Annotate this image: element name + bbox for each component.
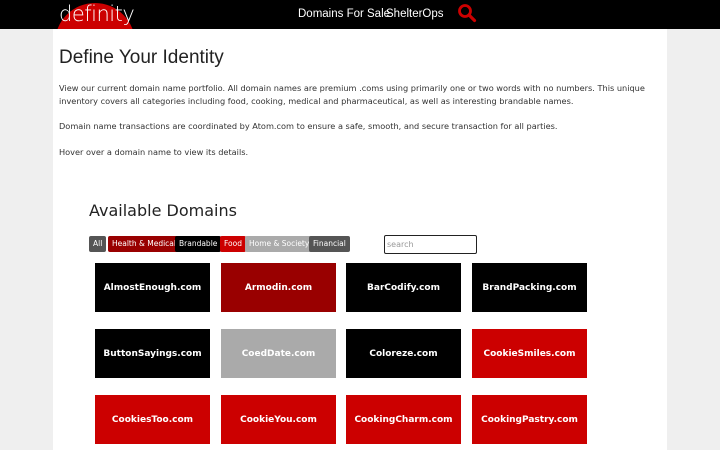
filter-financial[interactable]: Financial <box>309 236 350 252</box>
page-title: Define Your Identity <box>59 47 224 68</box>
main-content: Define Your Identity View our current do… <box>53 29 667 450</box>
filter-all[interactable]: All <box>89 236 107 252</box>
domain-tile[interactable]: CookiesToo.com <box>95 395 210 444</box>
transaction-paragraph: Domain name transactions are coordinated… <box>59 121 558 131</box>
domain-tile[interactable]: CookingPastry.com <box>472 395 587 444</box>
available-domains-heading: Available Domains <box>89 201 237 220</box>
domain-tile[interactable]: BarCodify.com <box>346 263 461 312</box>
hover-hint: Hover over a domain name to view its det… <box>59 147 249 157</box>
domain-tile[interactable]: Coloreze.com <box>346 329 461 378</box>
domain-tile[interactable]: BrandPacking.com <box>472 263 587 312</box>
domain-search-input[interactable] <box>384 235 477 254</box>
domain-tile[interactable]: ButtonSayings.com <box>95 329 210 378</box>
nav-domains-for-sale[interactable]: Domains For Sale <box>298 8 390 20</box>
domain-tile[interactable]: Armodin.com <box>221 263 336 312</box>
search-icon[interactable] <box>457 3 477 23</box>
intro-paragraph: View our current domain name portfolio. … <box>59 83 645 106</box>
filter-health-medical[interactable]: Health & Medical <box>108 236 180 252</box>
domain-tile[interactable]: AlmostEnough.com <box>95 263 210 312</box>
filter-brandable[interactable]: Brandable <box>175 236 222 252</box>
logo-text[interactable]: definity <box>59 2 135 26</box>
domain-tile[interactable]: CookieYou.com <box>221 395 336 444</box>
domain-tile[interactable]: CookieSmiles.com <box>472 329 587 378</box>
filter-food[interactable]: Food <box>220 236 246 252</box>
domain-tile[interactable]: CoedDate.com <box>221 329 336 378</box>
nav-shelterops[interactable]: ShelterOps <box>386 8 444 20</box>
filter-home-society[interactable]: Home & Society <box>245 236 314 252</box>
top-nav-bar: definity Domains For Sale ShelterOps <box>0 0 720 29</box>
domain-tile[interactable]: CookingCharm.com <box>346 395 461 444</box>
